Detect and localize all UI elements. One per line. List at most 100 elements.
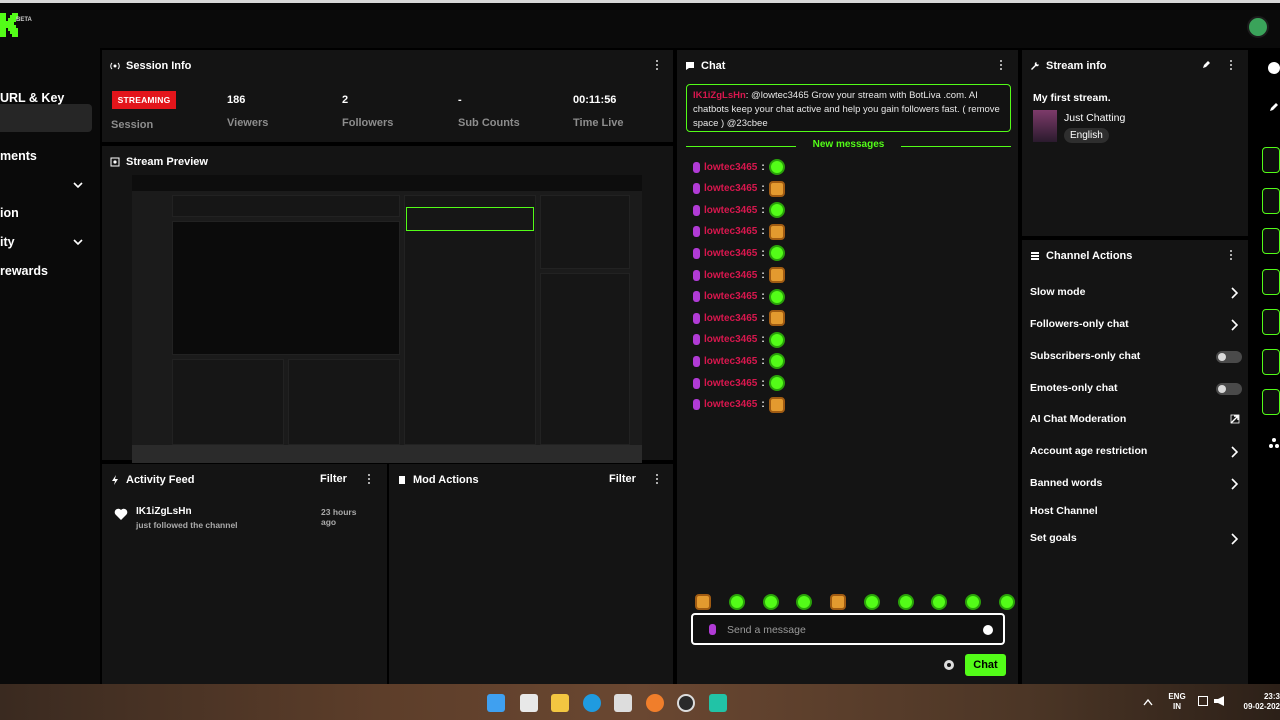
edge-icon[interactable] <box>583 694 601 712</box>
toggle-switch[interactable] <box>1216 351 1242 363</box>
sidebar-item-rewards[interactable]: rewards <box>0 264 48 278</box>
channel-action-account-age-restriction[interactable]: Account age restriction <box>1030 445 1147 457</box>
more-options-icon[interactable] <box>655 473 659 485</box>
more-options-icon[interactable] <box>655 59 659 71</box>
channel-action-slow-mode[interactable]: Slow mode <box>1030 286 1085 298</box>
quick-emote-icon[interactable] <box>931 594 948 610</box>
rail-chat-button[interactable] <box>1262 269 1280 295</box>
quick-emote-icon[interactable] <box>897 594 914 610</box>
obs-icon[interactable] <box>677 694 695 712</box>
rail-activity-button[interactable] <box>1262 188 1280 214</box>
chevron-right-icon[interactable] <box>1230 446 1238 458</box>
chat-username[interactable]: lowtec3465 <box>704 399 757 410</box>
chevron-right-icon[interactable] <box>1230 533 1238 545</box>
chevron-right-icon[interactable] <box>1230 319 1238 331</box>
rail-session-button[interactable] <box>1262 309 1280 335</box>
language-indicator[interactable]: ENG IN <box>1166 692 1188 712</box>
more-options-icon[interactable] <box>367 473 371 485</box>
new-messages-divider[interactable]: New messages <box>686 139 1011 153</box>
quick-emote-icon[interactable] <box>830 594 847 610</box>
emote-icon[interactable] <box>768 288 785 305</box>
chat-username[interactable]: lowtec3465 <box>704 183 757 194</box>
chat-username[interactable]: lowtec3465 <box>704 205 757 216</box>
emote-icon[interactable] <box>768 245 785 262</box>
emote-icon[interactable] <box>768 180 785 197</box>
channel-action-host-channel[interactable]: Host Channel <box>1030 505 1098 517</box>
channel-action-subscribers-only-chat[interactable]: Subscribers-only chat <box>1030 350 1140 362</box>
quick-emote-icon[interactable] <box>998 594 1015 610</box>
rail-preview-button[interactable] <box>1262 147 1280 173</box>
clock[interactable]: 23:3 09-02-202 <box>1236 692 1280 712</box>
chat-input[interactable] <box>727 621 967 639</box>
chevron-down-icon[interactable] <box>72 179 84 191</box>
network-icon[interactable] <box>1198 696 1208 706</box>
windows-start-icon[interactable] <box>487 694 505 712</box>
channel-action-ai-chat-moderation[interactable]: AI Chat Moderation <box>1030 413 1126 425</box>
emote-icon[interactable] <box>768 310 785 327</box>
channel-action-emotes-only-chat[interactable]: Emotes-only chat <box>1030 382 1118 394</box>
emote-icon[interactable] <box>768 202 785 219</box>
quick-emote-icon[interactable] <box>965 594 982 610</box>
edit-icon[interactable] <box>1202 60 1211 69</box>
pinned-username[interactable]: IK1iZgLsHn <box>693 90 746 101</box>
emote-icon[interactable] <box>768 375 785 391</box>
rail-info-button[interactable] <box>1262 389 1280 415</box>
chevron-right-icon[interactable] <box>1230 287 1238 299</box>
sidebar-item-ments[interactable]: ments <box>0 149 37 163</box>
chat-username[interactable]: lowtec3465 <box>704 378 757 389</box>
sidebar-item-ity[interactable]: ity <box>0 235 15 249</box>
toggle-switch[interactable] <box>1216 383 1242 395</box>
more-options-icon[interactable] <box>1229 249 1233 261</box>
info-icon[interactable] <box>1268 62 1280 74</box>
chat-username[interactable]: lowtec3465 <box>704 334 757 345</box>
stream-preview-video[interactable] <box>132 175 642 463</box>
channel-action-followers-only-chat[interactable]: Followers-only chat <box>1030 318 1129 330</box>
chat-username[interactable]: lowtec3465 <box>704 270 757 281</box>
quick-emote-icon[interactable] <box>695 594 711 610</box>
quick-emote-icon[interactable] <box>863 594 880 610</box>
kick-logo[interactable]: BETA <box>0 13 32 39</box>
chevron-up-icon[interactable] <box>1143 698 1153 706</box>
chat-username[interactable]: lowtec3465 <box>704 162 757 173</box>
rail-actions-button[interactable] <box>1262 349 1280 375</box>
taskview-icon[interactable] <box>520 694 538 712</box>
firefox-icon[interactable] <box>646 694 664 712</box>
rail-mod-button[interactable] <box>1262 228 1280 254</box>
chat-username[interactable]: lowtec3465 <box>704 291 757 302</box>
more-options-icon[interactable] <box>999 59 1003 71</box>
chat-username[interactable]: lowtec3465 <box>704 248 757 259</box>
chat-username[interactable]: lowtec3465 <box>704 313 757 324</box>
sidebar-item-active[interactable] <box>0 104 92 132</box>
pencil-icon[interactable] <box>1268 100 1280 112</box>
emote-icon[interactable] <box>768 159 785 175</box>
send-chat-button[interactable]: Chat <box>965 654 1006 676</box>
chat-username[interactable]: lowtec3465 <box>704 356 757 367</box>
mod-filter-button[interactable]: Filter <box>609 473 636 485</box>
gear-icon[interactable] <box>944 660 954 670</box>
emote-icon[interactable] <box>768 396 785 413</box>
chevron-down-icon[interactable] <box>72 236 84 248</box>
emote-icon[interactable] <box>768 267 785 283</box>
emote-icon[interactable] <box>768 331 785 348</box>
emoji-icon[interactable] <box>983 625 993 635</box>
category-name[interactable]: Just Chatting <box>1064 112 1125 124</box>
layout-icon[interactable] <box>1268 436 1280 448</box>
activity-filter-button[interactable]: Filter <box>320 473 347 485</box>
user-avatar[interactable] <box>1247 16 1269 38</box>
external-link-icon[interactable] <box>1230 414 1240 424</box>
app-icon[interactable] <box>709 694 727 712</box>
clapper-icon[interactable] <box>614 694 632 712</box>
more-options-icon[interactable] <box>1229 59 1233 71</box>
quick-emote-icon[interactable] <box>796 594 813 610</box>
volume-icon[interactable] <box>1214 696 1224 706</box>
chevron-right-icon[interactable] <box>1230 478 1238 490</box>
emote-icon[interactable] <box>768 223 785 240</box>
file-explorer-icon[interactable] <box>551 694 569 712</box>
quick-emote-icon[interactable] <box>728 594 745 610</box>
sidebar-item-url-key[interactable]: URL & Key <box>0 91 64 105</box>
emote-icon[interactable] <box>768 353 785 370</box>
channel-action-set-goals[interactable]: Set goals <box>1030 532 1077 544</box>
chat-username[interactable]: lowtec3465 <box>704 226 757 237</box>
sidebar-item-ion[interactable]: ion <box>0 206 19 220</box>
quick-emote-icon[interactable] <box>762 594 779 610</box>
